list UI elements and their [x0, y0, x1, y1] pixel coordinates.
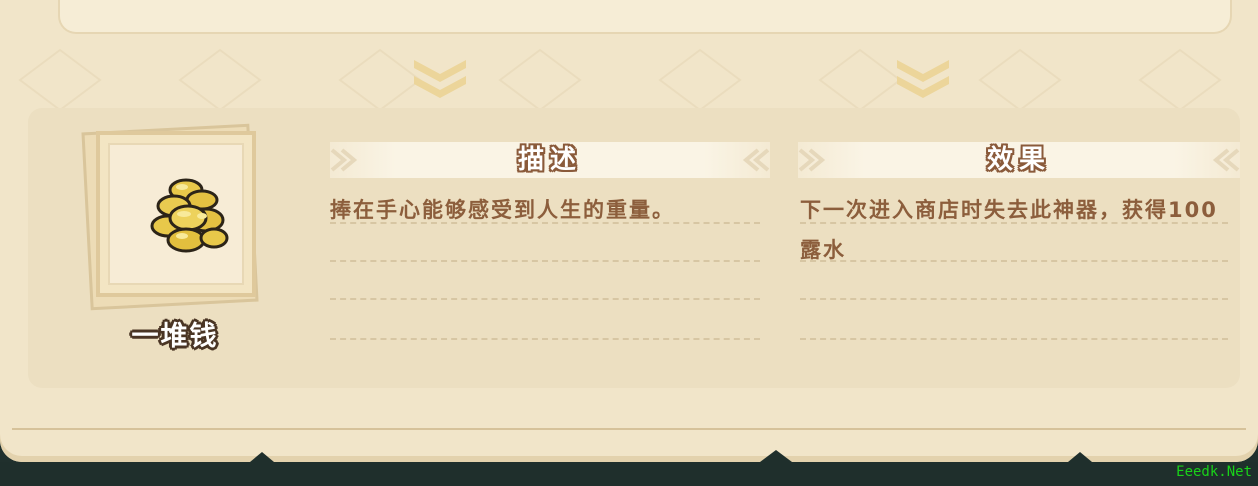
watermark: Eeedk.Net	[1176, 464, 1252, 480]
description-header: 描述	[330, 142, 770, 178]
ruled-line	[330, 338, 760, 340]
coin-pile-icon	[150, 178, 229, 253]
ruled-line	[330, 260, 760, 262]
effect-header: 效果	[798, 142, 1240, 178]
ruled-line	[800, 298, 1228, 300]
effect-text-area: 下一次进入商店时失去此神器，获得100露水	[800, 188, 1228, 348]
chevron-down-icon	[414, 60, 466, 98]
parchment-divider	[12, 428, 1246, 430]
chevron-down-icon	[897, 60, 949, 98]
bottom-border-ornament	[250, 450, 1092, 462]
description-text: 捧在手心能够感受到人生的重量。	[330, 198, 675, 222]
ruled-line	[800, 338, 1228, 340]
item-name: 一堆钱	[131, 321, 219, 352]
description-text-area: 捧在手心能够感受到人生的重量。	[330, 188, 760, 348]
ruled-line	[330, 298, 760, 300]
effect-title: 效果	[986, 145, 1051, 175]
ornament-left-icon	[742, 148, 770, 172]
previous-panel-edge	[58, 0, 1232, 34]
effect-text: 下一次进入商店时失去此神器，获得100露水	[800, 198, 1218, 262]
item-detail-screen: 一堆钱 描述 捧在手心能够感受到人生的重量。 效果 下一次进入商店时失去此神器，…	[0, 0, 1258, 486]
ornament-left-icon	[1212, 148, 1240, 172]
description-title: 描述	[517, 145, 582, 175]
